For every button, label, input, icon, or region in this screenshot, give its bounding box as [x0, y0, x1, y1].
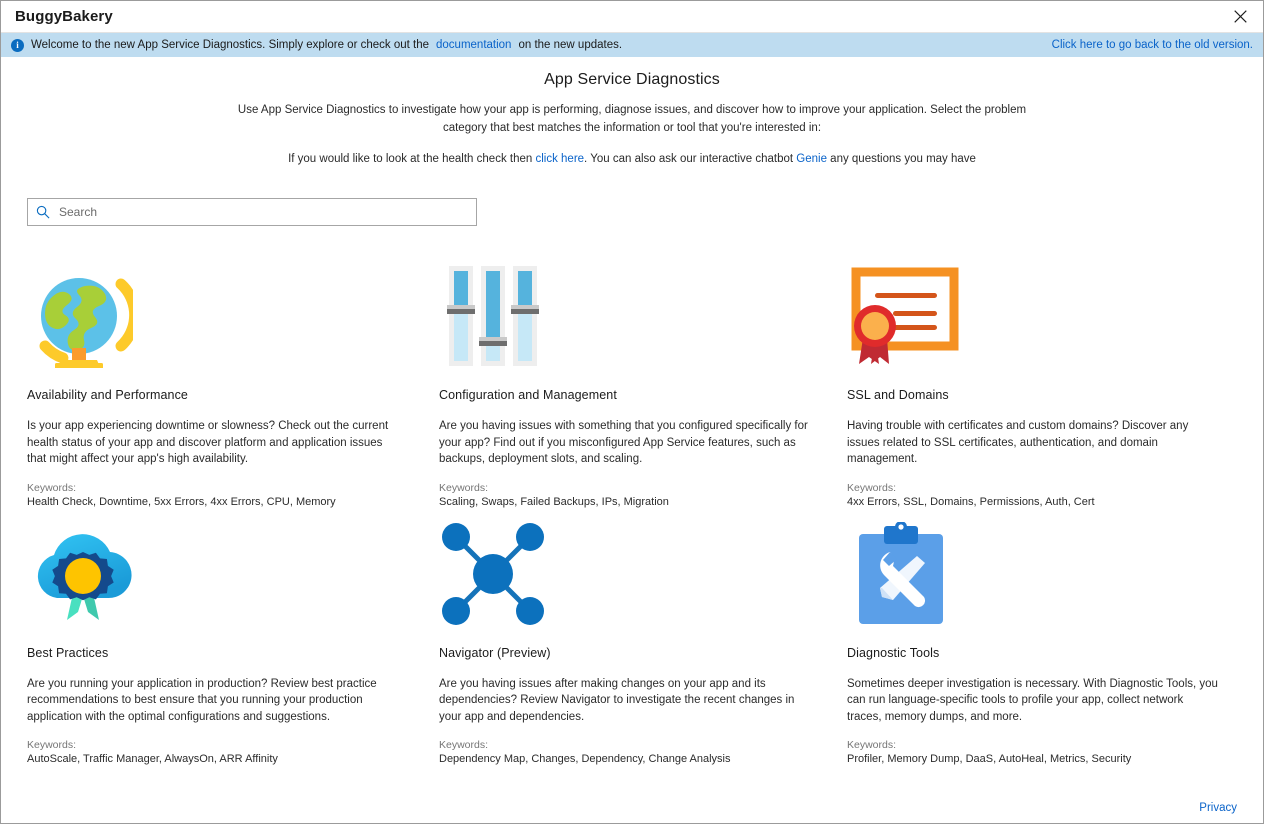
card-description: Are you having issues after making chang…	[439, 677, 795, 723]
card-title: Navigator (Preview)	[439, 645, 551, 660]
search-icon	[36, 205, 50, 219]
category-grid: Availability and Performance Is your app…	[27, 250, 1237, 765]
keywords-values: Scaling, Swaps, Failed Backups, IPs, Mig…	[439, 495, 669, 508]
health-middle: . You can also ask our interactive chatb…	[584, 153, 797, 165]
card-description: Are you running your application in prod…	[27, 677, 377, 723]
privacy-link[interactable]: Privacy	[1199, 802, 1237, 814]
card-title: Configuration and Management	[439, 388, 617, 402]
card-best-practices[interactable]: Best Practices Are you running your appl…	[27, 508, 439, 765]
card-title: Availability and Performance	[27, 388, 188, 402]
search-input[interactable]	[57, 204, 468, 220]
sliders-icon	[447, 266, 539, 366]
genie-link[interactable]: Genie	[796, 153, 827, 165]
card-icon-wrap	[439, 250, 829, 368]
intro-section: App Service Diagnostics Use App Service …	[27, 57, 1237, 168]
close-icon	[1233, 10, 1247, 23]
globe-icon	[39, 278, 133, 368]
card-icon-wrap	[847, 508, 1219, 626]
cloud-award-icon	[37, 533, 132, 620]
card-title: Diagnostic Tools	[847, 645, 940, 660]
keywords-label: Keywords:	[847, 739, 897, 751]
keywords-values: Profiler, Memory Dump, DaaS, AutoHeal, M…	[847, 753, 1132, 765]
certificate-icon	[851, 267, 959, 364]
card-description: Sometimes deeper investigation is necess…	[847, 677, 1218, 723]
keywords-values: 4xx Errors, SSL, Domains, Permissions, A…	[847, 495, 1095, 508]
card-icon-wrap	[439, 508, 829, 626]
health-check-line: If you would like to look at the health …	[237, 150, 1027, 168]
click-here-link[interactable]: click here	[535, 153, 584, 165]
keywords-label: Keywords:	[27, 481, 77, 494]
keywords-values: Dependency Map, Changes, Dependency, Cha…	[439, 753, 731, 765]
network-nodes-icon	[442, 522, 544, 625]
keywords-values: Health Check, Downtime, 5xx Errors, 4xx …	[27, 495, 336, 508]
close-button[interactable]	[1217, 1, 1263, 32]
old-version-link-wrap: Click here to go back to the old version…	[1052, 39, 1255, 51]
banner-text-after: on the new updates.	[518, 39, 623, 51]
banner-text-before: Welcome to the new App Service Diagnosti…	[31, 39, 430, 51]
card-configuration-and-management[interactable]: Configuration and Management Are you hav…	[439, 250, 847, 508]
title-bar: BuggyBakery	[1, 1, 1263, 33]
footer: Privacy	[1199, 802, 1237, 814]
card-icon-wrap	[27, 508, 421, 626]
keywords-label: Keywords:	[847, 481, 897, 494]
info-banner: i Welcome to the new App Service Diagnos…	[1, 33, 1263, 57]
main-content: App Service Diagnostics Use App Service …	[1, 57, 1263, 823]
search-row	[27, 198, 1237, 226]
old-version-link[interactable]: Click here to go back to the old version…	[1052, 39, 1253, 51]
card-description: Having trouble with certificates and cus…	[847, 420, 1189, 465]
card-description: Are you having issues with something tha…	[439, 420, 808, 465]
search-box[interactable]	[27, 198, 477, 226]
card-icon-wrap	[27, 250, 421, 368]
page-title: App Service Diagnostics	[544, 71, 720, 88]
card-ssl-and-domains[interactable]: SSL and Domains Having trouble with cert…	[847, 250, 1237, 508]
card-icon-wrap	[847, 250, 1219, 368]
card-diagnostic-tools[interactable]: Diagnostic Tools Sometimes deeper invest…	[847, 508, 1237, 765]
card-description: Is your app experiencing downtime or slo…	[27, 420, 389, 465]
keywords-label: Keywords:	[439, 739, 489, 751]
card-navigator-preview[interactable]: Navigator (Preview) Are you having issue…	[439, 508, 847, 765]
card-title: SSL and Domains	[847, 388, 949, 402]
keywords-label: Keywords:	[27, 739, 77, 751]
clipboard-tools-icon	[859, 521, 943, 624]
app-window: BuggyBakery i Welcome to the new App Ser…	[0, 0, 1264, 824]
card-availability-and-performance[interactable]: Availability and Performance Is your app…	[27, 250, 439, 508]
documentation-link[interactable]: documentation	[436, 39, 511, 51]
window-title: BuggyBakery	[15, 8, 113, 25]
card-title: Best Practices	[27, 645, 109, 660]
banner-message: i Welcome to the new App Service Diagnos…	[11, 38, 623, 52]
health-suffix: any questions you may have	[826, 153, 976, 165]
health-prefix: If you would like to look at the health …	[288, 153, 536, 165]
keywords-values: AutoScale, Traffic Manager, AlwaysOn, AR…	[27, 753, 278, 765]
info-icon: i	[11, 38, 24, 52]
keywords-label: Keywords:	[439, 481, 489, 494]
intro-paragraph: Use App Service Diagnostics to investiga…	[237, 104, 1027, 134]
